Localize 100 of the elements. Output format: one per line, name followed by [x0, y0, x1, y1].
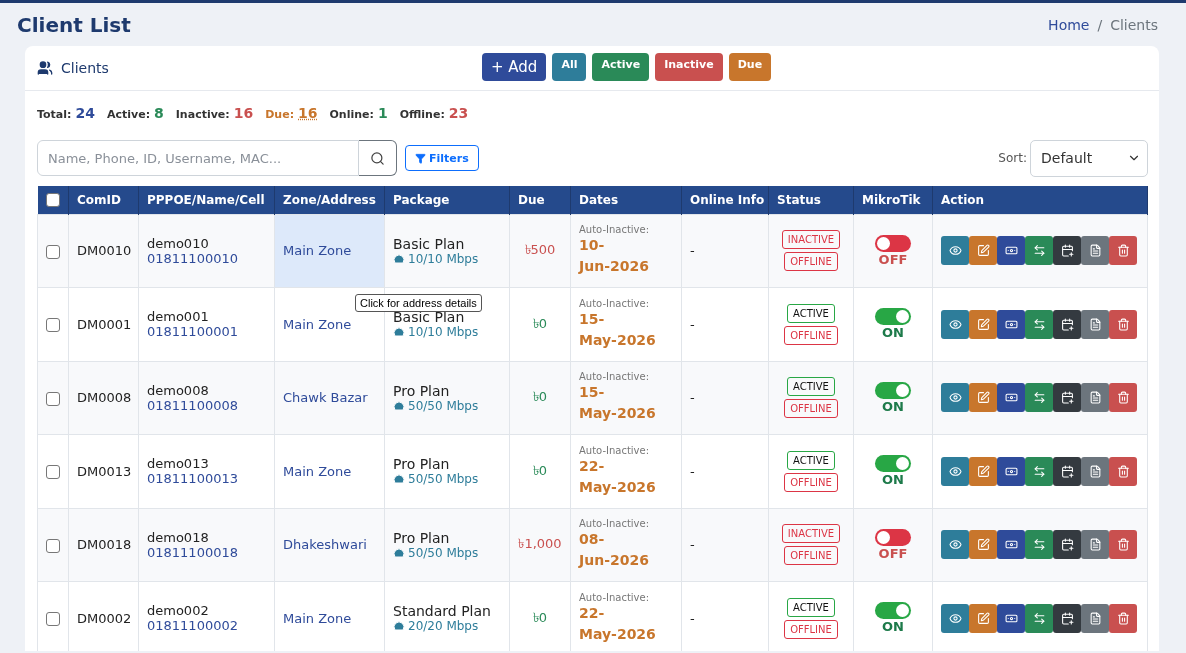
eye-icon: [948, 317, 962, 331]
view-button[interactable]: [941, 309, 969, 339]
row-checkbox[interactable]: [46, 612, 60, 626]
sort-select[interactable]: Default: [1030, 139, 1148, 177]
zone-link[interactable]: Main Zone: [283, 243, 352, 259]
view-button[interactable]: [941, 236, 969, 266]
connection-badge: OFFLINE: [784, 325, 838, 345]
transfer-button[interactable]: [1025, 383, 1053, 413]
add-button[interactable]: + Add: [482, 53, 547, 81]
mikrotik-toggle[interactable]: [875, 528, 911, 546]
document-icon: [1088, 391, 1102, 405]
transfer-button[interactable]: [1025, 530, 1053, 560]
zone-link[interactable]: Dhakeshwari: [283, 537, 367, 553]
date-value: 08-Jun-2026: [579, 530, 650, 571]
arrows-icon: [1032, 464, 1046, 478]
zone-link[interactable]: Main Zone: [283, 463, 352, 479]
payment-button[interactable]: [997, 236, 1025, 266]
filters-button[interactable]: Filters: [405, 145, 479, 171]
toggle-label: ON: [881, 325, 905, 341]
payment-button[interactable]: [997, 309, 1025, 339]
view-button[interactable]: [941, 530, 969, 560]
calendar-button[interactable]: [1053, 530, 1081, 560]
edit-button[interactable]: [969, 309, 997, 339]
row-checkbox[interactable]: [46, 391, 60, 406]
breadcrumb-text: Clients: [1110, 17, 1158, 33]
calendar-button[interactable]: [1053, 603, 1081, 633]
payment-button[interactable]: [997, 603, 1025, 633]
calendar-button[interactable]: [1053, 309, 1081, 339]
calendar-button[interactable]: [1053, 456, 1081, 486]
mikrotik-toggle[interactable]: [875, 381, 911, 399]
payment-button[interactable]: [997, 383, 1025, 413]
transfer-button[interactable]: [1025, 309, 1053, 339]
stat-value: 23: [448, 105, 469, 121]
table-cell: -: [681, 214, 769, 288]
edit-icon: [976, 244, 990, 258]
document-button[interactable]: [1081, 530, 1109, 560]
trash-icon: [1116, 317, 1130, 331]
package-speed: 50/50 Mbps: [408, 472, 479, 487]
breadcrumb-link[interactable]: Home: [1048, 17, 1090, 33]
transfer-button[interactable]: [1025, 236, 1053, 266]
calendar-plus-icon: [1060, 538, 1074, 552]
edit-button[interactable]: [969, 456, 997, 486]
status-badge: ACTIVE: [787, 597, 835, 617]
stat-label: Offline:: [399, 108, 445, 121]
view-button[interactable]: [941, 456, 969, 486]
row-checkbox[interactable]: [46, 465, 60, 479]
delete-button[interactable]: [1109, 309, 1137, 339]
document-button[interactable]: [1081, 236, 1109, 266]
table-cell: DM0010: [68, 214, 139, 288]
mikrotik-toggle[interactable]: [875, 455, 911, 473]
mikrotik-toggle[interactable]: [875, 234, 911, 252]
filter-button[interactable]: All: [552, 53, 587, 81]
delete-button[interactable]: [1109, 236, 1137, 266]
document-button[interactable]: [1081, 603, 1109, 633]
table-cell: DM0013: [68, 434, 139, 508]
delete-button[interactable]: [1109, 603, 1137, 633]
username: demo013: [147, 456, 210, 472]
mikrotik-toggle[interactable]: [875, 308, 911, 326]
zone-link[interactable]: Chawk Bazar: [283, 390, 368, 406]
document-icon: [1088, 317, 1102, 331]
document-button[interactable]: [1081, 456, 1109, 486]
edit-button[interactable]: [969, 383, 997, 413]
card-title: Clients: [61, 60, 109, 76]
row-checkbox[interactable]: [46, 244, 60, 259]
delete-button[interactable]: [1109, 456, 1137, 486]
view-button[interactable]: [941, 603, 969, 633]
column-header: MikroTik: [853, 186, 933, 214]
connection-badge: OFFLINE: [784, 546, 838, 566]
document-icon: [1088, 611, 1102, 625]
row-checkbox[interactable]: [46, 318, 60, 332]
edit-button[interactable]: [969, 236, 997, 266]
username: demo001: [147, 309, 210, 325]
zone-link[interactable]: Main Zone: [283, 316, 352, 332]
edit-button[interactable]: [969, 530, 997, 560]
calendar-button[interactable]: [1053, 236, 1081, 266]
eye-icon: [948, 391, 962, 405]
transfer-button[interactable]: [1025, 603, 1053, 633]
edit-button[interactable]: [969, 603, 997, 633]
search-button[interactable]: [359, 140, 397, 176]
document-icon: [1088, 244, 1102, 258]
transfer-button[interactable]: [1025, 456, 1053, 486]
package-name: Pro Plan: [393, 382, 451, 399]
select-all-checkbox[interactable]: [45, 193, 60, 207]
delete-button[interactable]: [1109, 383, 1137, 413]
delete-button[interactable]: [1109, 530, 1137, 560]
mikrotik-toggle[interactable]: [875, 602, 911, 620]
row-checkbox[interactable]: [46, 538, 60, 553]
document-button[interactable]: [1081, 383, 1109, 413]
package-speed: 20/20 Mbps: [408, 619, 479, 634]
eye-icon: [948, 611, 962, 625]
calendar-button[interactable]: [1053, 383, 1081, 413]
document-button[interactable]: [1081, 309, 1109, 339]
date-value: 22-May-2026: [579, 456, 657, 497]
connection-badge: OFFLINE: [784, 619, 838, 639]
view-button[interactable]: [941, 383, 969, 413]
payment-button[interactable]: [997, 456, 1025, 486]
filter-button[interactable]: Inactive: [655, 53, 723, 81]
zone-link[interactable]: Main Zone: [283, 610, 352, 626]
payment-button[interactable]: [997, 530, 1025, 560]
filter-button[interactable]: Active: [592, 53, 650, 81]
